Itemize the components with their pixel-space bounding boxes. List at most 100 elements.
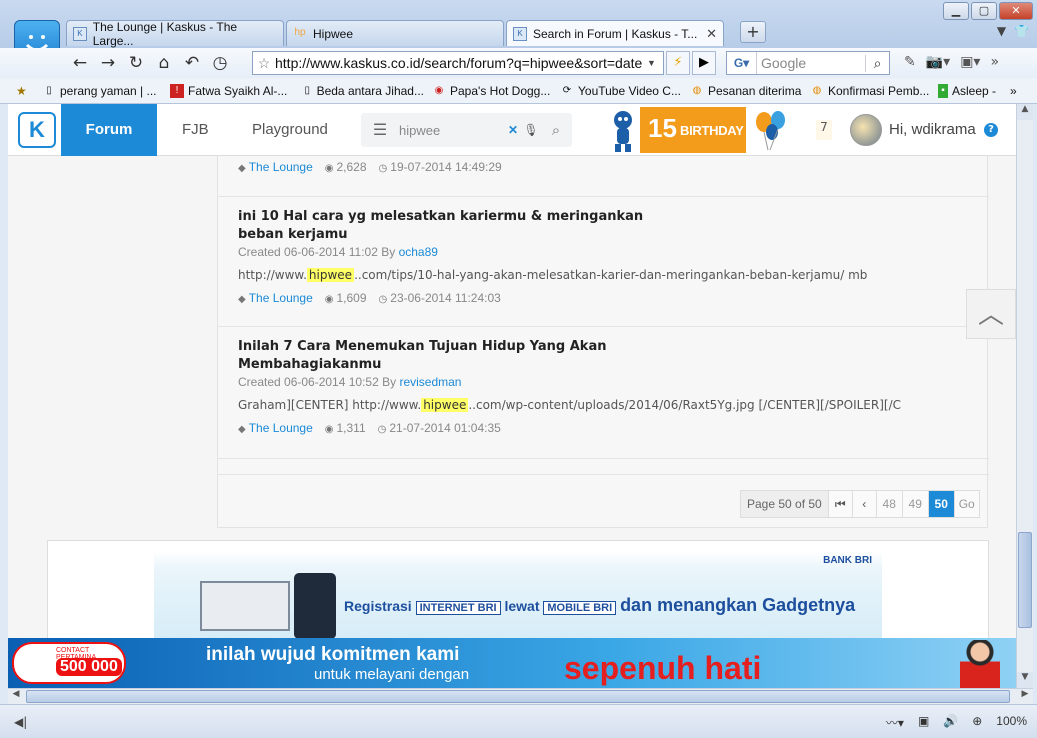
scroll-thumb[interactable] bbox=[26, 690, 1010, 703]
bookmark-item[interactable]: ▯ perang yaman | ... bbox=[42, 84, 170, 98]
phone-image bbox=[294, 573, 336, 639]
birthday-number: 15 bbox=[648, 113, 677, 143]
scroll-thumb[interactable] bbox=[1018, 532, 1032, 628]
search-engine-input[interactable]: Google bbox=[757, 55, 865, 71]
avatar[interactable] bbox=[850, 114, 882, 146]
first-page-icon[interactable]: ⏮ bbox=[829, 491, 853, 517]
birthday-banner[interactable]: 15 BIRTHDAY bbox=[640, 107, 746, 153]
pertamina-ad-banner[interactable]: CONTACT PERTAMINA 500 000 inilah wujud k… bbox=[8, 638, 1016, 688]
forward-icon[interactable]: → bbox=[94, 53, 122, 73]
scroll-left-icon[interactable]: ◀ bbox=[8, 689, 24, 704]
bookmark-item[interactable]: ⟳ YouTube Video C... bbox=[560, 84, 690, 98]
forum-search-bar[interactable]: ☰ hipwee ✕ 🎙 ⌕ bbox=[361, 113, 572, 147]
tab-list-icon[interactable]: ▼ bbox=[997, 24, 1006, 38]
prev-page-icon[interactable]: ‹ bbox=[853, 491, 877, 517]
microphone-icon[interactable]: 🎙 bbox=[522, 123, 540, 137]
shirt-icon[interactable]: 👕 bbox=[1014, 24, 1029, 38]
sidebar-toggle-icon[interactable]: ◀| bbox=[14, 715, 27, 729]
result-title[interactable]: Inilah 7 Cara Menemukan Tujuan Hidup Yan… bbox=[238, 338, 678, 374]
help-icon[interactable]: ? bbox=[984, 123, 998, 137]
google-engine-icon[interactable]: G▾ bbox=[727, 52, 757, 74]
camera-icon[interactable]: 📷▾ bbox=[926, 54, 950, 70]
asleep-favicon-icon: ▪ bbox=[938, 83, 948, 98]
home-icon[interactable]: ⌂ bbox=[150, 53, 178, 73]
nav-forum[interactable]: Forum bbox=[61, 104, 157, 156]
page-link-48[interactable]: 48 bbox=[877, 491, 903, 517]
bri-ad-banner[interactable]: BANK BRI Registrasi INTERNET BRI lewat M… bbox=[154, 551, 882, 641]
tab-the-lounge[interactable]: K The Lounge | Kaskus - The Large... bbox=[66, 20, 284, 48]
url-dropdown-icon[interactable]: ▼ bbox=[647, 58, 663, 68]
tab-search-in-forum[interactable]: K Search in Forum | Kaskus - T... ✕ bbox=[506, 20, 724, 46]
kaskus-logo-icon[interactable]: K bbox=[18, 112, 56, 148]
tab-hipwee[interactable]: hp Hipwee bbox=[286, 20, 504, 46]
result-forum[interactable]: ◆ The Lounge bbox=[238, 160, 313, 174]
more-tools-icon[interactable]: » bbox=[990, 54, 999, 70]
last-post-date: 19-07-2014 14:49:29 bbox=[390, 160, 502, 174]
scroll-right-icon[interactable]: ▶ bbox=[1017, 689, 1033, 704]
maximize-button[interactable]: ▢ bbox=[971, 2, 997, 20]
bookmark-item[interactable]: ▪ Asleep - bbox=[938, 83, 1004, 98]
bookmark-item[interactable]: ▯ Beda antara Jihad... bbox=[302, 84, 432, 98]
forum-search-input[interactable]: hipwee bbox=[399, 123, 508, 138]
lightning-icon[interactable]: ⚡ bbox=[666, 51, 690, 75]
history-icon[interactable]: ◷ bbox=[206, 53, 234, 73]
bookmark-item[interactable]: ◍ Konfirmasi Pemb... bbox=[810, 84, 938, 98]
new-tab-button[interactable]: + bbox=[740, 21, 766, 43]
tools-icon[interactable]: ▣▾ bbox=[960, 54, 980, 70]
forum-link[interactable]: The Lounge bbox=[249, 421, 313, 435]
result-title[interactable]: ini 10 Hal cara yg melesatkan kariermu &… bbox=[238, 208, 678, 244]
author-link[interactable]: ocha89 bbox=[399, 245, 438, 259]
window-frame bbox=[0, 104, 8, 704]
horizontal-scrollbar[interactable]: ◀ ▶ bbox=[8, 688, 1033, 704]
page-link-49[interactable]: 49 bbox=[903, 491, 929, 517]
notification-count[interactable]: 7 bbox=[816, 120, 832, 140]
author-link[interactable]: revisedman bbox=[399, 375, 461, 389]
kaskus-favicon-icon: K bbox=[73, 26, 87, 41]
zoom-icon[interactable]: ⊕ bbox=[972, 714, 982, 731]
screenshot-icon[interactable]: ▣ bbox=[918, 714, 929, 731]
scroll-up-icon[interactable]: ▲ bbox=[1017, 104, 1033, 120]
nav-fjb[interactable]: FJB bbox=[182, 104, 209, 156]
bookmark-star-icon[interactable]: ☆ bbox=[253, 55, 275, 72]
scroll-down-icon[interactable]: ▼ bbox=[1017, 672, 1033, 688]
scroll-to-top-button[interactable]: ︿ bbox=[966, 289, 1016, 339]
pertamina-contact-badge: CONTACT PERTAMINA 500 000 bbox=[12, 642, 126, 684]
clear-icon[interactable]: ✕ bbox=[508, 123, 522, 137]
search-icon[interactable]: ⌕ bbox=[540, 122, 572, 139]
bookmark-item[interactable]: ! Fatwa Syaikh Al-... bbox=[170, 83, 302, 98]
favorites-star-icon[interactable]: ★ bbox=[16, 84, 30, 98]
vertical-scrollbar[interactable]: ▲ ▼ bbox=[1016, 104, 1033, 688]
list-icon[interactable]: ☰ bbox=[361, 120, 399, 140]
close-window-button[interactable]: ✕ bbox=[999, 2, 1033, 20]
shop-favicon-icon: ◍ bbox=[812, 84, 822, 96]
go-button[interactable]: Go bbox=[955, 491, 979, 517]
status-bar: ◀| 〰▾ ▣ 🔊 ⊕ 100% bbox=[0, 704, 1037, 738]
result-forum[interactable]: ◆ The Lounge bbox=[238, 291, 313, 305]
search-engine-box[interactable]: G▾ Google ⌕ bbox=[726, 51, 890, 75]
close-tab-icon[interactable]: ✕ bbox=[706, 26, 717, 42]
bookmark-label: Fatwa Syaikh Al-... bbox=[188, 83, 288, 98]
nav-playground[interactable]: Playground bbox=[252, 104, 328, 156]
url-text[interactable]: http://www.kaskus.co.id/search/forum?q=h… bbox=[275, 55, 647, 71]
zoom-level[interactable]: 100% bbox=[996, 714, 1027, 731]
reload-icon[interactable]: ↻ bbox=[122, 53, 150, 73]
more-bookmarks-icon[interactable]: » bbox=[1010, 84, 1017, 98]
address-bar[interactable]: ☆ http://www.kaskus.co.id/search/forum?q… bbox=[252, 51, 664, 75]
bookmark-item[interactable]: ◍ Pesanan diterima bbox=[690, 84, 810, 98]
activity-icon[interactable]: 〰▾ bbox=[886, 714, 904, 731]
minimize-button[interactable]: ▁ bbox=[943, 2, 969, 20]
back-icon[interactable]: ← bbox=[66, 53, 94, 73]
forum-link[interactable]: The Lounge bbox=[249, 160, 313, 174]
go-icon[interactable]: ▶ bbox=[692, 51, 716, 75]
search-icon[interactable]: ⌕ bbox=[865, 54, 889, 72]
volume-icon[interactable]: 🔊 bbox=[943, 714, 958, 731]
bookmark-item[interactable]: ◉ Papa's Hot Dogg... bbox=[432, 84, 560, 98]
forum-link[interactable]: The Lounge bbox=[249, 291, 313, 305]
eye-icon: ◉ bbox=[324, 424, 334, 435]
current-page[interactable]: 50 bbox=[928, 491, 955, 517]
edit-icon[interactable]: ✎ bbox=[904, 54, 916, 70]
user-greeting[interactable]: Hi, wdikrama bbox=[889, 121, 976, 138]
result-forum[interactable]: ◆ The Lounge bbox=[238, 421, 313, 435]
undo-icon[interactable]: ↶ bbox=[178, 53, 206, 73]
model-image bbox=[960, 640, 1000, 688]
